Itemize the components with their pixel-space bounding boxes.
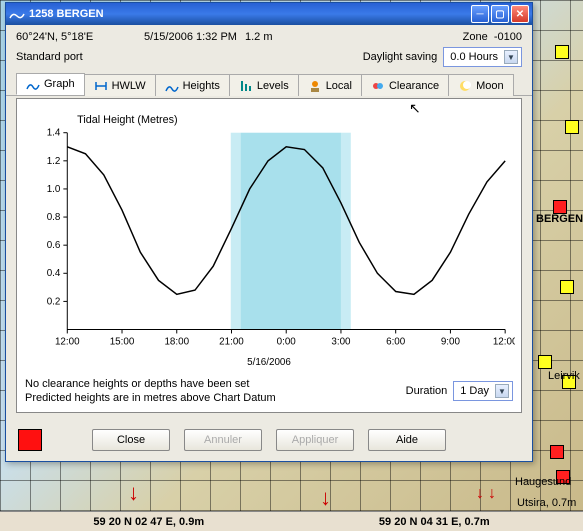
map-label-leirvik: Leirvik — [548, 370, 580, 382]
svg-text:0.6: 0.6 — [47, 240, 61, 251]
svg-text:12:00: 12:00 — [55, 336, 80, 347]
tab-levels[interactable]: Levels — [229, 74, 299, 96]
tab-label: Heights — [183, 80, 220, 92]
tab-icon — [371, 79, 385, 93]
status-left: 59 20 N 02 47 E, 0.9m — [6, 516, 292, 528]
map-label-haugesund: Haugesund — [515, 476, 571, 488]
tab-clearance[interactable]: Clearance — [361, 74, 449, 96]
coords-label: 60°24'N, 5°18'E — [16, 31, 136, 43]
tab-label: HWLW — [112, 80, 146, 92]
daylight-value: 0.0 Hours — [450, 51, 498, 63]
tab-graph[interactable]: Graph — [16, 73, 85, 95]
svg-text:18:00: 18:00 — [164, 336, 189, 347]
svg-text:6:00: 6:00 — [386, 336, 406, 347]
duration-label: Duration — [406, 385, 448, 397]
record-indicator[interactable] — [18, 429, 42, 451]
tab-icon — [308, 79, 322, 93]
zone-label: Zone — [463, 31, 488, 43]
note-line1: No clearance heights or depths have been… — [25, 377, 276, 391]
svg-text:Tidal Height (Metres): Tidal Height (Metres) — [77, 114, 178, 126]
svg-text:9:00: 9:00 — [441, 336, 461, 347]
zone-value: -0100 — [494, 31, 522, 43]
cancel-button: Annuler — [184, 429, 262, 451]
datetime-label: 5/15/2006 1:32 PM — [144, 31, 237, 43]
map-marker[interactable] — [553, 200, 567, 214]
tab-label: Local — [326, 80, 352, 92]
tab-label: Clearance — [389, 80, 439, 92]
map-label-utsira: Utsira, 0.7m — [517, 497, 576, 509]
tab-icon — [458, 79, 472, 93]
tab-label: Graph — [44, 78, 75, 90]
map-marker[interactable] — [555, 45, 569, 59]
tab-icon — [239, 79, 253, 93]
close-button[interactable]: Close — [92, 429, 170, 451]
apply-button: Appliquer — [276, 429, 354, 451]
map-label-bergen: BERGEN — [536, 213, 583, 225]
tab-icon — [26, 77, 40, 91]
duration-select[interactable]: 1 Day ▼ — [453, 381, 513, 401]
titlebar[interactable]: 1258 BERGEN ─ ▢ ✕ — [6, 3, 532, 25]
info-row: 60°24'N, 5°18'E 5/15/2006 1:32 PM 1.2 m … — [6, 25, 532, 43]
tab-icon — [165, 79, 179, 93]
map-marker[interactable] — [550, 445, 564, 459]
current-arrow-icon: ↓ — [320, 485, 331, 511]
chevron-down-icon: ▼ — [495, 384, 509, 398]
app-icon — [9, 6, 25, 22]
chart-panel: Tidal Height (Metres) 0.2 0.4 0.6 0.8 1.0 1.2 1… — [16, 98, 522, 413]
daylight-select[interactable]: 0.0 Hours ▼ — [443, 47, 522, 67]
tab-hwlw[interactable]: HWLW — [84, 74, 156, 96]
svg-text:5/16/2006: 5/16/2006 — [247, 357, 291, 368]
svg-text:12:00: 12:00 — [493, 336, 515, 347]
tab-icon — [94, 79, 108, 93]
duration-value: 1 Day — [460, 385, 489, 397]
tab-local[interactable]: Local — [298, 74, 362, 96]
current-arrow-icon: ↓ — [476, 485, 484, 503]
map-marker[interactable] — [538, 355, 552, 369]
map-marker[interactable] — [565, 120, 579, 134]
help-button[interactable]: Aide — [368, 429, 446, 451]
svg-text:0:00: 0:00 — [277, 336, 297, 347]
svg-text:15:00: 15:00 — [110, 336, 135, 347]
svg-text:3:00: 3:00 — [331, 336, 351, 347]
svg-text:1.2: 1.2 — [47, 156, 61, 167]
height-now: 1.2 m — [245, 31, 273, 43]
svg-text:21:00: 21:00 — [219, 336, 244, 347]
tab-moon[interactable]: Moon — [448, 74, 514, 96]
window-title: 1258 BERGEN — [29, 8, 471, 20]
svg-text:1.0: 1.0 — [47, 184, 61, 195]
svg-text:0.8: 0.8 — [47, 212, 61, 223]
svg-text:0.2: 0.2 — [47, 296, 61, 307]
current-arrow-icon: ↓ — [128, 480, 139, 506]
status-bar: 59 20 N 02 47 E, 0.9m 59 20 N 04 31 E, 0… — [0, 511, 583, 531]
status-right: 59 20 N 04 31 E, 0.7m — [292, 516, 578, 528]
tab-label: Moon — [476, 80, 504, 92]
chevron-down-icon: ▼ — [504, 50, 518, 64]
note-line2: Predicted heights are in metres above Ch… — [25, 391, 276, 405]
tab-label: Levels — [257, 80, 289, 92]
tide-chart: Tidal Height (Metres) 0.2 0.4 0.6 0.8 1.0 1.2 1… — [23, 103, 515, 373]
maximize-button[interactable]: ▢ — [491, 5, 509, 23]
minimize-button[interactable]: ─ — [471, 5, 489, 23]
tab-strip: Graph HWLW Heights Levels Local Clearance Moon — [6, 73, 532, 96]
window-close-button[interactable]: ✕ — [511, 5, 529, 23]
tab-heights[interactable]: Heights — [155, 74, 230, 96]
svg-text:1.4: 1.4 — [47, 128, 61, 139]
tide-window: 1258 BERGEN ─ ▢ ✕ 60°24'N, 5°18'E 5/15/2… — [5, 2, 533, 462]
map-marker[interactable] — [560, 280, 574, 294]
daylight-label: Daylight saving — [363, 51, 438, 63]
button-bar: Close Annuler Appliquer Aide — [6, 421, 532, 461]
svg-text:0.4: 0.4 — [47, 268, 61, 279]
port-type: Standard port — [16, 51, 83, 63]
current-arrow-icon: ↓ — [488, 485, 496, 503]
